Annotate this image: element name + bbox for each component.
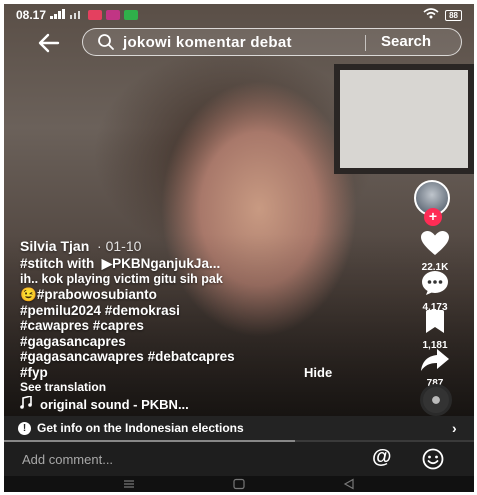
app-notification-icon <box>106 10 121 20</box>
stitch-line[interactable]: #stitch with ▶PKBNganjukJa... <box>20 256 400 272</box>
caption-hashtag-line[interactable]: 😉#prabowosubianto <box>20 287 400 303</box>
back-triangle-icon[interactable] <box>342 477 356 492</box>
hashtag[interactable]: #prabowosubianto <box>37 287 157 302</box>
hide-caption-button[interactable]: Hide <box>304 365 332 380</box>
music-note-icon <box>20 394 32 412</box>
emoji-icon[interactable] <box>422 448 444 470</box>
bookmark-icon <box>424 310 446 338</box>
top-bar: jokowi komentar debat Search <box>4 28 474 58</box>
caption-hashtag-line[interactable]: #gagasancawapres #debatcapres <box>20 349 400 365</box>
system-nav-bar <box>4 476 474 492</box>
info-icon: ! <box>18 421 31 435</box>
play-triangle-icon: ▶ <box>98 256 113 271</box>
creator-name[interactable]: Silvia Tjan <box>20 238 89 254</box>
sound-link[interactable]: original sound - PKBN... <box>20 394 189 412</box>
app-notification-icon <box>88 10 103 20</box>
stitch-prefix: #stitch with <box>20 256 95 271</box>
caption-text: ih.. kok playing victim gitu sih pak <box>20 271 223 286</box>
status-bar: 08.17 88 <box>4 4 474 26</box>
status-time: 08.17 <box>16 8 47 22</box>
creator-line[interactable]: Silvia Tjan · 01-10 <box>20 238 400 256</box>
recent-apps-icon[interactable] <box>122 477 136 492</box>
info-banner-text[interactable]: Get info on the Indonesian elections <box>37 421 244 435</box>
status-left: 08.17 <box>16 8 139 22</box>
separator-dot: · <box>93 238 106 254</box>
home-icon[interactable] <box>232 477 246 492</box>
heart-icon <box>420 231 450 260</box>
sound-label[interactable]: original sound - PKBN... <box>40 397 189 412</box>
share-button[interactable]: 787 <box>408 348 462 389</box>
battery-icon: 88 <box>445 9 462 21</box>
search-button[interactable]: Search <box>381 33 431 50</box>
comment-bar[interactable]: Add comment... @ <box>4 442 474 476</box>
sound-disc-icon[interactable] <box>420 384 452 416</box>
signal-icon-secondary <box>70 8 84 22</box>
smiley-emoji-icon: 😉 <box>20 287 37 302</box>
search-box[interactable]: jokowi komentar debat Search <box>82 28 462 56</box>
follow-plus-icon[interactable]: + <box>424 208 442 226</box>
search-query[interactable]: jokowi komentar debat <box>123 34 292 51</box>
bookmark-button[interactable]: 1,181 <box>408 310 462 351</box>
chevron-right-icon: › <box>452 420 457 436</box>
back-arrow-icon[interactable] <box>36 30 62 56</box>
caption-hashtag-line[interactable]: #fyp <box>20 365 400 381</box>
comment-bubble-icon <box>421 271 449 300</box>
caption-hashtag-line[interactable]: #gagasancapres <box>20 334 400 350</box>
stitch-user[interactable]: PKBNganjukJa... <box>112 256 220 271</box>
app-notification-icon <box>124 10 139 20</box>
comment-input[interactable]: Add comment... <box>22 452 113 467</box>
background-window <box>334 64 474 174</box>
see-translation-link[interactable]: See translation <box>20 380 106 394</box>
post-date: 01-10 <box>105 238 142 254</box>
search-divider <box>365 35 366 51</box>
phone-screen: 08.17 88 jokowi komentar debat Search + … <box>4 4 474 492</box>
video-caption: Silvia Tjan · 01-10 #stitch with ▶PKBNga… <box>20 238 400 380</box>
like-button[interactable]: 22.1K <box>408 230 462 273</box>
caption-hashtag-line[interactable]: #pemilu2024 #demokrasi <box>20 303 400 319</box>
wifi-icon <box>423 8 439 22</box>
search-icon <box>97 33 115 51</box>
comment-button[interactable]: 4,173 <box>408 270 462 313</box>
election-info-banner[interactable]: ! Get info on the Indonesian elections › <box>4 416 474 440</box>
signal-icon <box>50 8 66 22</box>
mention-at-icon[interactable]: @ <box>372 446 392 469</box>
status-right: 88 <box>423 8 462 22</box>
caption-hashtag-line[interactable]: #cawapres #capres <box>20 318 400 334</box>
share-arrow-icon <box>420 349 450 376</box>
